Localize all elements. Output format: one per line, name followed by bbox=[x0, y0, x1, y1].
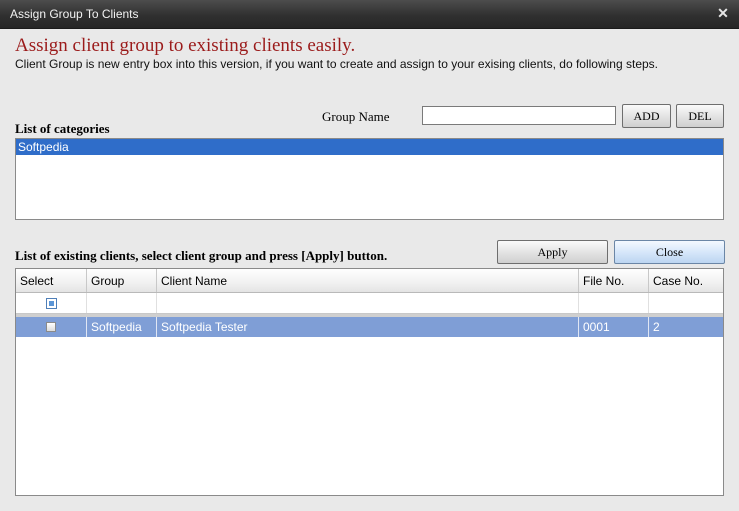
column-header-select[interactable]: Select bbox=[16, 269, 87, 292]
column-header-client-name[interactable]: Client Name bbox=[157, 269, 579, 292]
row-client-name-cell[interactable]: Softpedia Tester bbox=[157, 317, 579, 337]
filter-row bbox=[16, 293, 723, 314]
clients-grid[interactable]: Select Group Client Name File No. Case N… bbox=[15, 268, 724, 496]
categories-list[interactable]: Softpedia bbox=[15, 138, 724, 220]
close-icon[interactable]: ✕ bbox=[715, 5, 731, 21]
filter-file-no-cell[interactable] bbox=[579, 293, 649, 313]
filter-client-name-cell[interactable] bbox=[157, 293, 579, 313]
clients-label: List of existing clients, select client … bbox=[15, 248, 388, 263]
row-group-cell[interactable]: Softpedia bbox=[87, 317, 157, 337]
table-row[interactable]: Softpedia Softpedia Tester 0001 2 bbox=[16, 317, 723, 337]
column-header-file-no[interactable]: File No. bbox=[579, 269, 649, 292]
title-bar[interactable]: Assign Group To Clients ✕ bbox=[0, 0, 739, 29]
category-item[interactable]: Softpedia bbox=[16, 139, 723, 155]
filter-case-no-cell[interactable] bbox=[649, 293, 723, 313]
page-headline: Assign client group to existing clients … bbox=[15, 35, 356, 56]
filter-group-cell[interactable] bbox=[87, 293, 157, 313]
row-select-cell bbox=[16, 317, 87, 337]
categories-label: List of categories bbox=[15, 121, 110, 136]
row-checkbox[interactable] bbox=[46, 322, 56, 332]
grid-header: Select Group Client Name File No. Case N… bbox=[16, 269, 723, 293]
group-name-label: Group Name bbox=[322, 109, 390, 124]
select-all-checkbox[interactable] bbox=[45, 297, 57, 309]
filter-select-cell bbox=[16, 293, 87, 313]
window-title: Assign Group To Clients bbox=[10, 7, 139, 21]
column-header-case-no[interactable]: Case No. bbox=[649, 269, 723, 292]
row-file-no-cell[interactable]: 0001 bbox=[579, 317, 649, 337]
assign-group-window: Assign Group To Clients ✕ Assign client … bbox=[0, 0, 739, 511]
add-button[interactable]: ADD bbox=[622, 104, 671, 128]
close-button[interactable]: Close bbox=[614, 240, 725, 264]
apply-button[interactable]: Apply bbox=[497, 240, 608, 264]
column-header-group[interactable]: Group bbox=[87, 269, 157, 292]
row-case-no-cell[interactable]: 2 bbox=[649, 317, 723, 337]
page-description: Client Group is new entry box into this … bbox=[15, 57, 658, 71]
group-name-input[interactable] bbox=[422, 106, 616, 125]
del-button[interactable]: DEL bbox=[676, 104, 724, 128]
